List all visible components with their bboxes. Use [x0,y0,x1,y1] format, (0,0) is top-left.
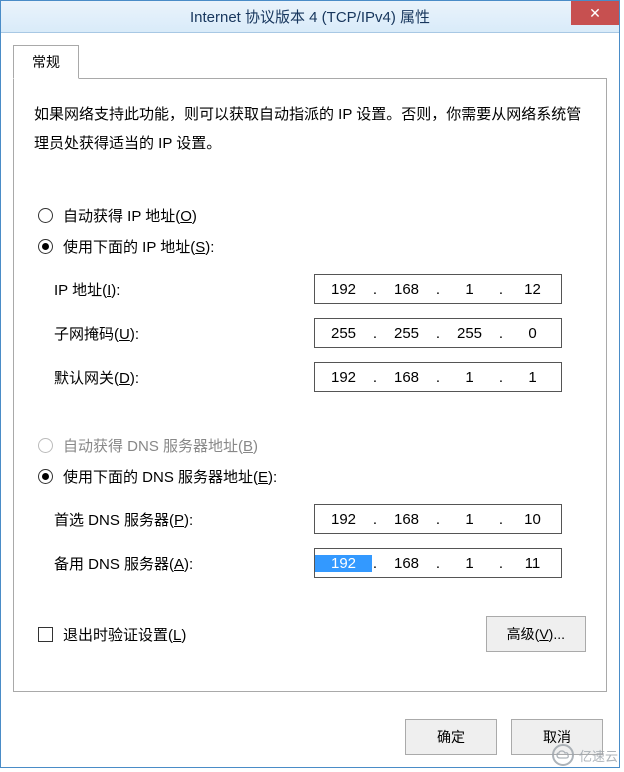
tab-panel-general: 如果网络支持此功能，则可以获取自动指派的 IP 设置。否则，你需要从网络系统管理… [13,78,607,692]
bottom-row: 退出时验证设置(L) 高级(V)... [34,616,586,652]
watermark: 亿速云 [552,744,618,766]
radio-auto-dns-label: 自动获得 DNS 服务器地址(B) [63,435,258,456]
tab-container: 常规 如果网络支持此功能，则可以获取自动指派的 IP 设置。否则，你需要从网络系… [13,45,607,755]
radio-manual-dns-label: 使用下面的 DNS 服务器地址(E): [63,466,277,487]
gateway-row: 默认网关(D): 192. 168. 1. 1 [54,360,586,394]
radio-auto-ip[interactable] [38,208,53,223]
dns-fields: 首选 DNS 服务器(P): 192. 168. 1. 10 备用 [34,502,586,580]
validate-checkbox-label: 退出时验证设置(L) [63,624,186,645]
ip-address-input[interactable]: 192. 168. 1. 12 [314,274,562,304]
ip-section: 自动获得 IP 地址(O) 使用下面的 IP 地址(S): [34,200,586,394]
cloud-icon [552,744,574,766]
dns-section: 自动获得 DNS 服务器地址(B) 使用下面的 DNS 服务器地址(E): [34,430,586,580]
tab-strip: 常规 [13,45,607,78]
subnet-mask-label: 子网掩码(U): [54,323,314,344]
radio-auto-dns [38,438,53,453]
gateway-label: 默认网关(D): [54,367,314,388]
advanced-button[interactable]: 高级(V)... [486,616,586,652]
description-text: 如果网络支持此功能，则可以获取自动指派的 IP 设置。否则，你需要从网络系统管理… [34,101,586,158]
ok-button[interactable]: 确定 [405,719,497,755]
validate-checkbox[interactable] [38,627,53,642]
subnet-mask-input[interactable]: 255. 255. 255. 0 [314,318,562,348]
dns-radio-group: 自动获得 DNS 服务器地址(B) 使用下面的 DNS 服务器地址(E): [34,430,586,492]
alternate-dns-label: 备用 DNS 服务器(A): [54,553,314,574]
radio-auto-dns-row: 自动获得 DNS 服务器地址(B) [34,430,586,461]
client-area: 常规 如果网络支持此功能，则可以获取自动指派的 IP 设置。否则，你需要从网络系… [1,33,619,767]
alternate-dns-input[interactable]: 192. 168. 1. 11 [314,548,562,578]
radio-manual-dns-row[interactable]: 使用下面的 DNS 服务器地址(E): [34,461,586,492]
validate-checkbox-row[interactable]: 退出时验证设置(L) [38,624,186,645]
ip-address-label: IP 地址(I): [54,279,314,300]
watermark-text: 亿速云 [579,746,618,765]
tab-general[interactable]: 常规 [13,45,79,79]
preferred-dns-input[interactable]: 192. 168. 1. 10 [314,504,562,534]
ip-radio-group: 自动获得 IP 地址(O) 使用下面的 IP 地址(S): [34,200,586,262]
preferred-dns-label: 首选 DNS 服务器(P): [54,509,314,530]
radio-manual-ip-row[interactable]: 使用下面的 IP 地址(S): [34,231,586,262]
alternate-dns-row: 备用 DNS 服务器(A): 192. 168. 1. 11 [54,546,586,580]
radio-manual-ip[interactable] [38,239,53,254]
window-title: Internet 协议版本 4 (TCP/IPv4) 属性 [1,6,619,27]
dialog-window: Internet 协议版本 4 (TCP/IPv4) 属性 ✕ 常规 如果网络支… [0,0,620,768]
ip-fields: IP 地址(I): 192. 168. 1. 12 子网掩码(U): [34,272,586,394]
radio-manual-dns[interactable] [38,469,53,484]
radio-manual-ip-label: 使用下面的 IP 地址(S): [63,236,214,257]
gateway-input[interactable]: 192. 168. 1. 1 [314,362,562,392]
radio-auto-ip-label: 自动获得 IP 地址(O) [63,205,197,226]
subnet-mask-row: 子网掩码(U): 255. 255. 255. 0 [54,316,586,350]
titlebar: Internet 协议版本 4 (TCP/IPv4) 属性 ✕ [1,1,619,33]
close-icon: ✕ [589,5,601,22]
close-button[interactable]: ✕ [571,1,619,25]
preferred-dns-row: 首选 DNS 服务器(P): 192. 168. 1. 10 [54,502,586,536]
radio-auto-ip-row[interactable]: 自动获得 IP 地址(O) [34,200,586,231]
ip-address-row: IP 地址(I): 192. 168. 1. 12 [54,272,586,306]
